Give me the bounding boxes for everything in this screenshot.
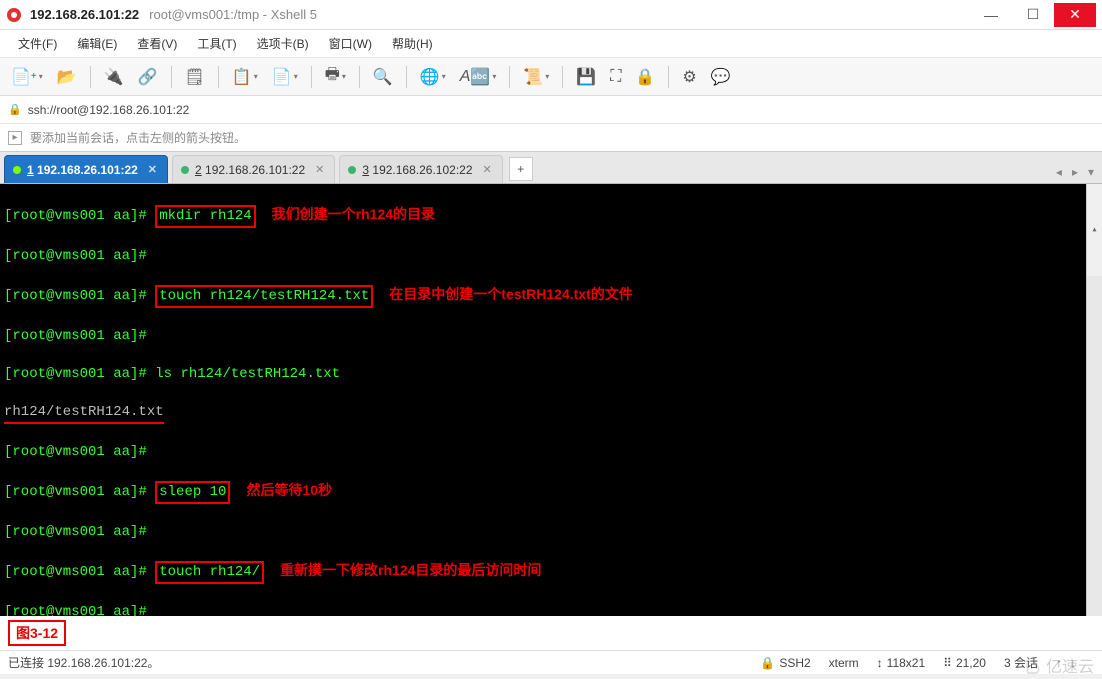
scroll-track[interactable] xyxy=(1087,276,1102,616)
status-dot-icon xyxy=(181,166,189,174)
tab-number: 3 xyxy=(362,163,369,177)
window-title: 192.168.26.101:22 xyxy=(30,7,139,22)
tab-close-button[interactable]: ✕ xyxy=(483,163,492,176)
open-button[interactable]: 📂 xyxy=(52,63,82,91)
settings-button[interactable]: ⚙ xyxy=(677,63,701,91)
find-button[interactable]: 🔍 xyxy=(368,63,398,91)
status-term: xterm xyxy=(829,656,859,670)
tip-text: 要添加当前会话，点击左侧的箭头按钮。 xyxy=(30,129,246,146)
menu-view[interactable]: 查看(V) xyxy=(127,31,187,56)
reconnect-button[interactable]: 🔌 xyxy=(99,63,129,91)
terminal-scrollbar[interactable]: ▴ ▾ xyxy=(1086,184,1102,616)
tab-close-button[interactable]: ✕ xyxy=(148,163,157,176)
print-button[interactable]: 🖶▾ xyxy=(320,59,351,94)
status-dot-icon xyxy=(13,166,21,174)
add-session-hint-button[interactable]: ▸ xyxy=(8,131,22,145)
figure-label: 图3-12 xyxy=(8,620,66,646)
chat-button[interactable]: 💬 xyxy=(706,63,736,91)
status-up-button[interactable]: ↑ xyxy=(1056,656,1062,670)
address-url[interactable]: ssh://root@192.168.26.101:22 xyxy=(28,103,190,117)
lock-button[interactable]: 🔒 xyxy=(630,63,660,91)
menu-edit[interactable]: 编辑(E) xyxy=(67,31,127,56)
terminal[interactable]: [root@vms001 aa]# mkdir rh124我们创建一个rh124… xyxy=(0,184,1102,616)
disconnect-button[interactable]: 🔗 xyxy=(133,63,163,91)
session-tab-1[interactable]: 1 192.168.26.101:22 ✕ xyxy=(4,155,168,183)
status-size: ↕ 118x21 xyxy=(877,656,925,670)
status-sessions: 3 会话 xyxy=(1004,654,1038,671)
scroll-up-button[interactable]: ▴ xyxy=(1087,222,1102,238)
title-bar: 192.168.26.101:22 root@vms001:/tmp - Xsh… xyxy=(0,0,1102,30)
status-down-button[interactable]: ↓ xyxy=(1070,656,1076,670)
tip-bar: ▸ 要添加当前会话，点击左侧的箭头按钮。 xyxy=(0,124,1102,152)
minimize-button[interactable]: — xyxy=(970,3,1012,27)
properties-button[interactable]: 🗒 xyxy=(180,63,210,91)
tab-next-button[interactable]: ▸ xyxy=(1068,163,1082,181)
color-button[interactable]: 🌐▾ xyxy=(415,63,451,91)
session-tab-3[interactable]: 3 192.168.26.102:22 ✕ xyxy=(339,155,502,183)
script-button[interactable]: 📜▾ xyxy=(518,63,554,91)
transfer-button[interactable]: 💾 xyxy=(571,63,601,91)
address-bar: 🔒 ssh://root@192.168.26.101:22 xyxy=(0,96,1102,124)
menu-tools[interactable]: 工具(T) xyxy=(187,31,246,56)
copy-button[interactable]: 📋▾ xyxy=(227,63,263,91)
tab-label: 192.168.26.101:22 xyxy=(205,163,305,177)
lock-icon: 🔒 xyxy=(760,656,775,670)
menu-bar: 文件(F) 编辑(E) 查看(V) 工具(T) 选项卡(B) 窗口(W) 帮助(… xyxy=(0,30,1102,58)
status-bar: 已连接 192.168.26.101:22。 🔒SSH2 xterm ↕ 118… xyxy=(0,650,1102,674)
app-icon xyxy=(6,7,22,23)
tab-bar: 1 192.168.26.101:22 ✕ 2 192.168.26.101:2… xyxy=(0,152,1102,184)
tab-label: 192.168.26.102:22 xyxy=(372,163,472,177)
maximize-button[interactable]: ☐ xyxy=(1012,3,1054,27)
menu-window[interactable]: 窗口(W) xyxy=(319,31,382,56)
new-session-button[interactable]: 📄+▾ xyxy=(6,63,48,91)
figure-caption: 图3-12 xyxy=(0,616,1102,650)
status-dot-icon xyxy=(348,166,356,174)
add-tab-button[interactable]: + xyxy=(509,157,533,181)
tab-number: 2 xyxy=(195,163,202,177)
tab-close-button[interactable]: ✕ xyxy=(315,163,324,176)
lock-icon: 🔒 xyxy=(8,103,22,116)
font-button[interactable]: A🔤▾ xyxy=(455,63,502,91)
status-protocol: 🔒SSH2 xyxy=(760,656,810,670)
menu-file[interactable]: 文件(F) xyxy=(8,31,67,56)
toolbar: 📄+▾ 📂 🔌 🔗 🗒 📋▾ 📄▾ 🖶▾ 🔍 🌐▾ A🔤▾ 📜▾ 💾 ⛶ 🔒 ⚙… xyxy=(0,58,1102,96)
paste-button[interactable]: 📄▾ xyxy=(267,63,303,91)
tab-menu-button[interactable]: ▾ xyxy=(1084,163,1098,181)
menu-tab[interactable]: 选项卡(B) xyxy=(247,31,319,56)
fullscreen-button[interactable]: ⛶ xyxy=(605,64,626,90)
menu-help[interactable]: 帮助(H) xyxy=(382,31,443,56)
status-position: ⠿ 21,20 xyxy=(943,656,986,670)
close-button[interactable]: ✕ xyxy=(1054,3,1096,27)
tab-label: 192.168.26.101:22 xyxy=(37,163,138,177)
status-connection: 已连接 192.168.26.101:22。 xyxy=(8,654,742,671)
tab-prev-button[interactable]: ◂ xyxy=(1052,163,1066,181)
window-subtitle: root@vms001:/tmp - Xshell 5 xyxy=(149,7,317,22)
session-tab-2[interactable]: 2 192.168.26.101:22 ✕ xyxy=(172,155,335,183)
tab-number: 1 xyxy=(27,163,34,177)
